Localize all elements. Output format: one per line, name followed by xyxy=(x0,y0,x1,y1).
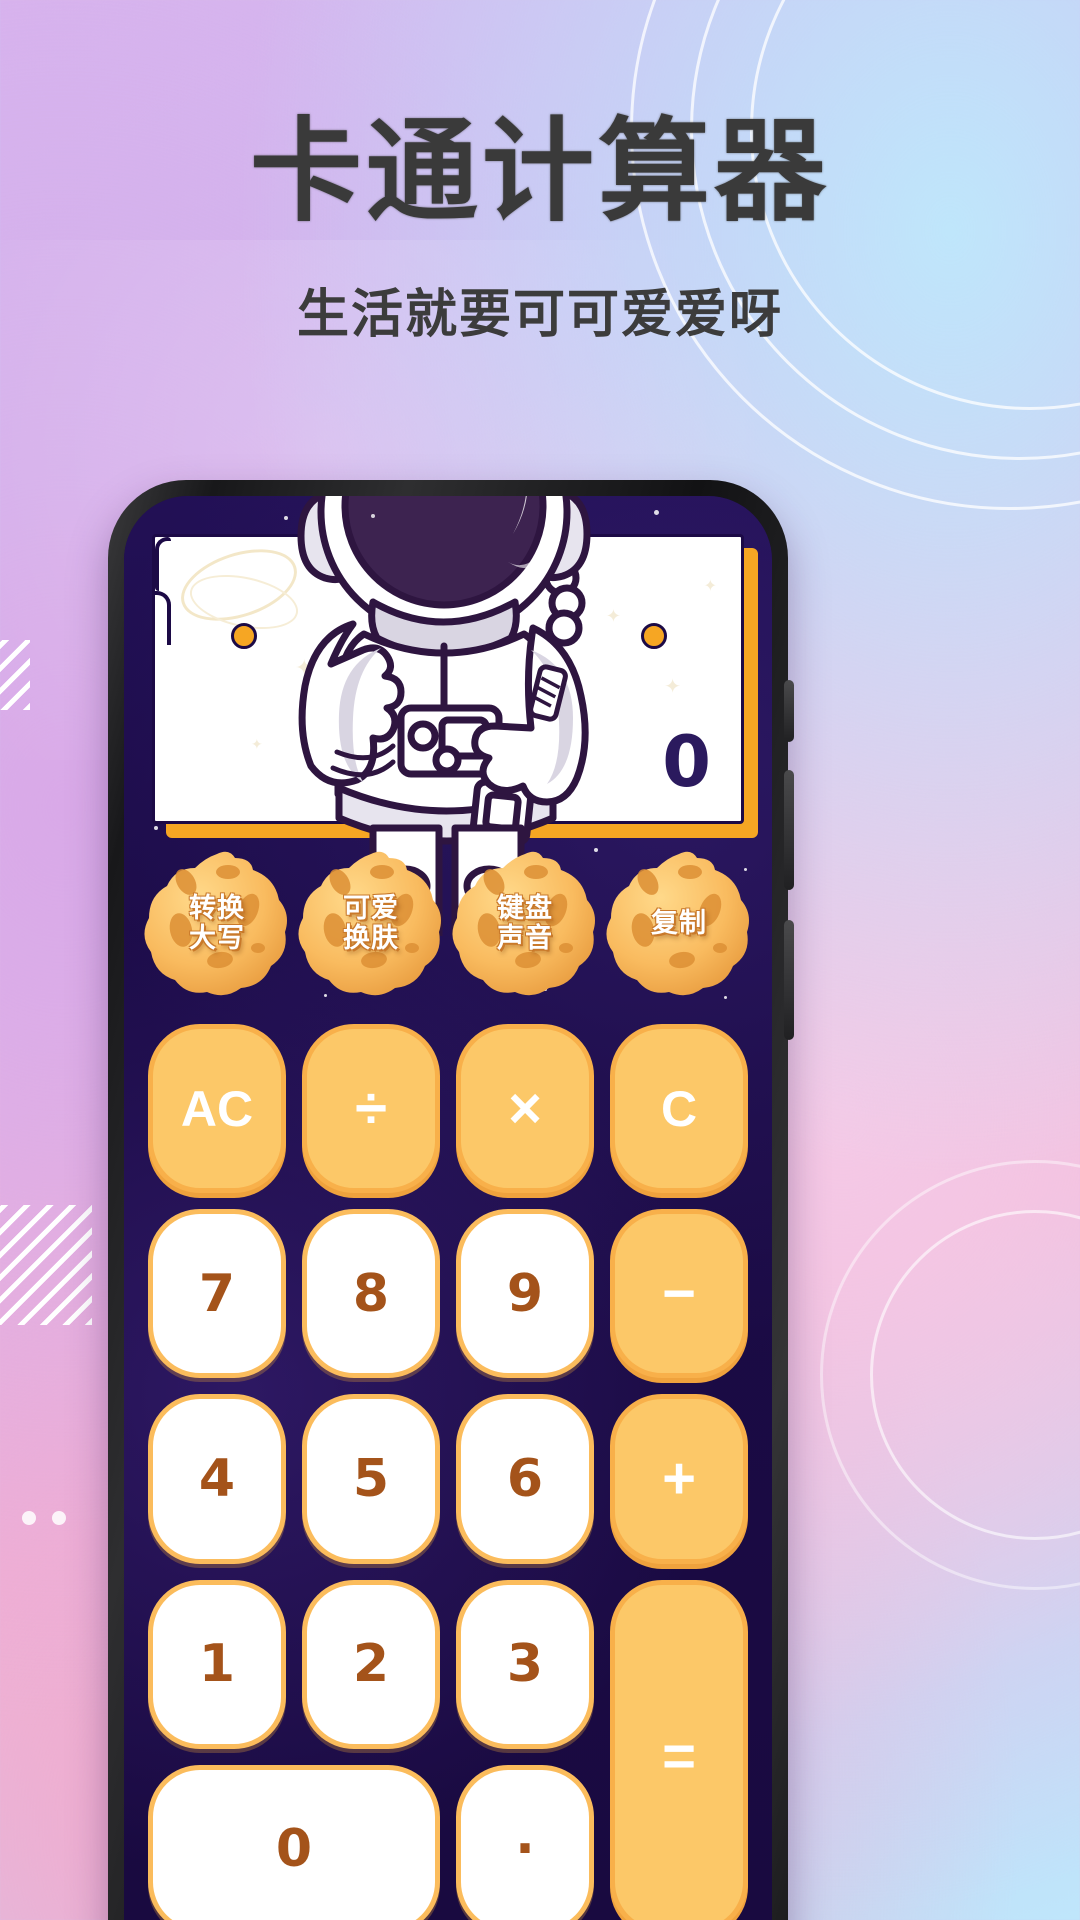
feature-button-keyboard-sound[interactable]: 键盘 声音 xyxy=(450,848,600,998)
key-7-label: 7 xyxy=(198,1263,236,1324)
key-equals-label: = xyxy=(662,1723,696,1789)
key-3-label: 3 xyxy=(506,1634,544,1695)
phone-mockup: ✦ ✦ ✦ ✦ ✦ ✦ 0 xyxy=(108,480,794,1920)
key-multiply[interactable]: × xyxy=(456,1024,594,1194)
feature-button-label: 键盘 声音 xyxy=(450,848,600,998)
feature-button-label: 转换 大写 xyxy=(142,848,292,998)
key-1[interactable]: 1 xyxy=(148,1579,286,1749)
key-divide[interactable]: ÷ xyxy=(302,1024,440,1194)
feature-button-label: 复制 xyxy=(604,848,754,998)
key-1-label: 1 xyxy=(198,1634,236,1695)
key-clear-label: C xyxy=(660,1080,698,1137)
bg-arc-4 xyxy=(870,1210,1080,1540)
key-5[interactable]: 5 xyxy=(302,1394,440,1564)
key-minus-label: − xyxy=(662,1260,696,1326)
phone-button-silent xyxy=(784,680,794,742)
page-subtitle: 生活就要可可爱爱呀 xyxy=(296,286,783,344)
key-0[interactable]: 0 xyxy=(148,1764,440,1920)
hook-left-icon xyxy=(155,537,171,591)
bg-hatch-left xyxy=(0,640,30,710)
key-7[interactable]: 7 xyxy=(148,1209,286,1379)
sparkle-icon: ✦ xyxy=(703,578,717,595)
feature-button-copy[interactable]: 复制 xyxy=(604,848,754,998)
feature-button-convert-uppercase[interactable]: 转换 大写 xyxy=(142,848,292,998)
key-ac[interactable]: AC xyxy=(148,1024,286,1194)
key-multiply-label: × xyxy=(508,1075,542,1141)
key-plus[interactable]: + xyxy=(610,1394,748,1564)
sparkle-icon: ✦ xyxy=(664,676,681,698)
label-line-1: 可爱 xyxy=(343,892,399,923)
label-line-1: 复制 xyxy=(651,907,707,938)
key-equals[interactable]: = xyxy=(610,1579,748,1920)
key-3[interactable]: 3 xyxy=(456,1579,594,1749)
label-line-2: 声音 xyxy=(497,923,553,953)
key-6-label: 6 xyxy=(506,1448,544,1509)
key-ac-label: AC xyxy=(180,1080,254,1137)
key-8-label: 8 xyxy=(352,1263,390,1324)
hook-right-icon xyxy=(155,591,171,645)
key-plus-label: + xyxy=(662,1445,696,1511)
key-9[interactable]: 9 xyxy=(456,1209,594,1379)
page-title: 卡通计算器 xyxy=(250,109,830,234)
feature-button-cute-skin[interactable]: 可爱 换肤 xyxy=(296,848,446,998)
calculator-app: ✦ ✦ ✦ ✦ ✦ ✦ 0 xyxy=(124,496,772,1920)
feature-button-label: 可爱 换肤 xyxy=(296,848,446,998)
calculator-keypad: AC ÷ × C 7 8 9 − 4 5 6 +1 2 3 = 0 · xyxy=(142,1024,754,1920)
key-decimal[interactable]: · xyxy=(456,1764,594,1920)
label-line-1: 键盘 xyxy=(497,892,553,923)
phone-button-volume-up xyxy=(784,770,794,890)
key-minus[interactable]: − xyxy=(610,1209,748,1379)
bg-arc-5 xyxy=(820,1160,1080,1590)
label-line-1: 转换 xyxy=(189,892,245,923)
key-2[interactable]: 2 xyxy=(302,1579,440,1749)
key-8[interactable]: 8 xyxy=(302,1209,440,1379)
phone-screen: ✦ ✦ ✦ ✦ ✦ ✦ 0 xyxy=(124,496,772,1920)
key-divide-label: ÷ xyxy=(355,1075,387,1141)
key-9-label: 9 xyxy=(506,1263,544,1324)
key-0-label: 0 xyxy=(275,1819,313,1880)
label-line-2: 换肤 xyxy=(343,923,399,953)
key-5-label: 5 xyxy=(352,1448,390,1509)
feature-buttons-row: 转换 大写 可爱 换肤 键盘 声音 复制 xyxy=(134,848,762,998)
key-4-label: 4 xyxy=(198,1448,236,1509)
display-value: 0 xyxy=(662,721,711,803)
phone-button-volume-down xyxy=(784,920,794,1040)
label-line-2: 大写 xyxy=(189,923,245,953)
key-6[interactable]: 6 xyxy=(456,1394,594,1564)
bg-arc-3 xyxy=(630,0,1080,510)
key-clear[interactable]: C xyxy=(610,1024,748,1194)
key-decimal-label: · xyxy=(515,1819,535,1880)
key-2-label: 2 xyxy=(352,1634,390,1695)
bg-hatch-bottom-left xyxy=(0,1205,92,1325)
key-4[interactable]: 4 xyxy=(148,1394,286,1564)
bg-dots xyxy=(22,1511,66,1525)
